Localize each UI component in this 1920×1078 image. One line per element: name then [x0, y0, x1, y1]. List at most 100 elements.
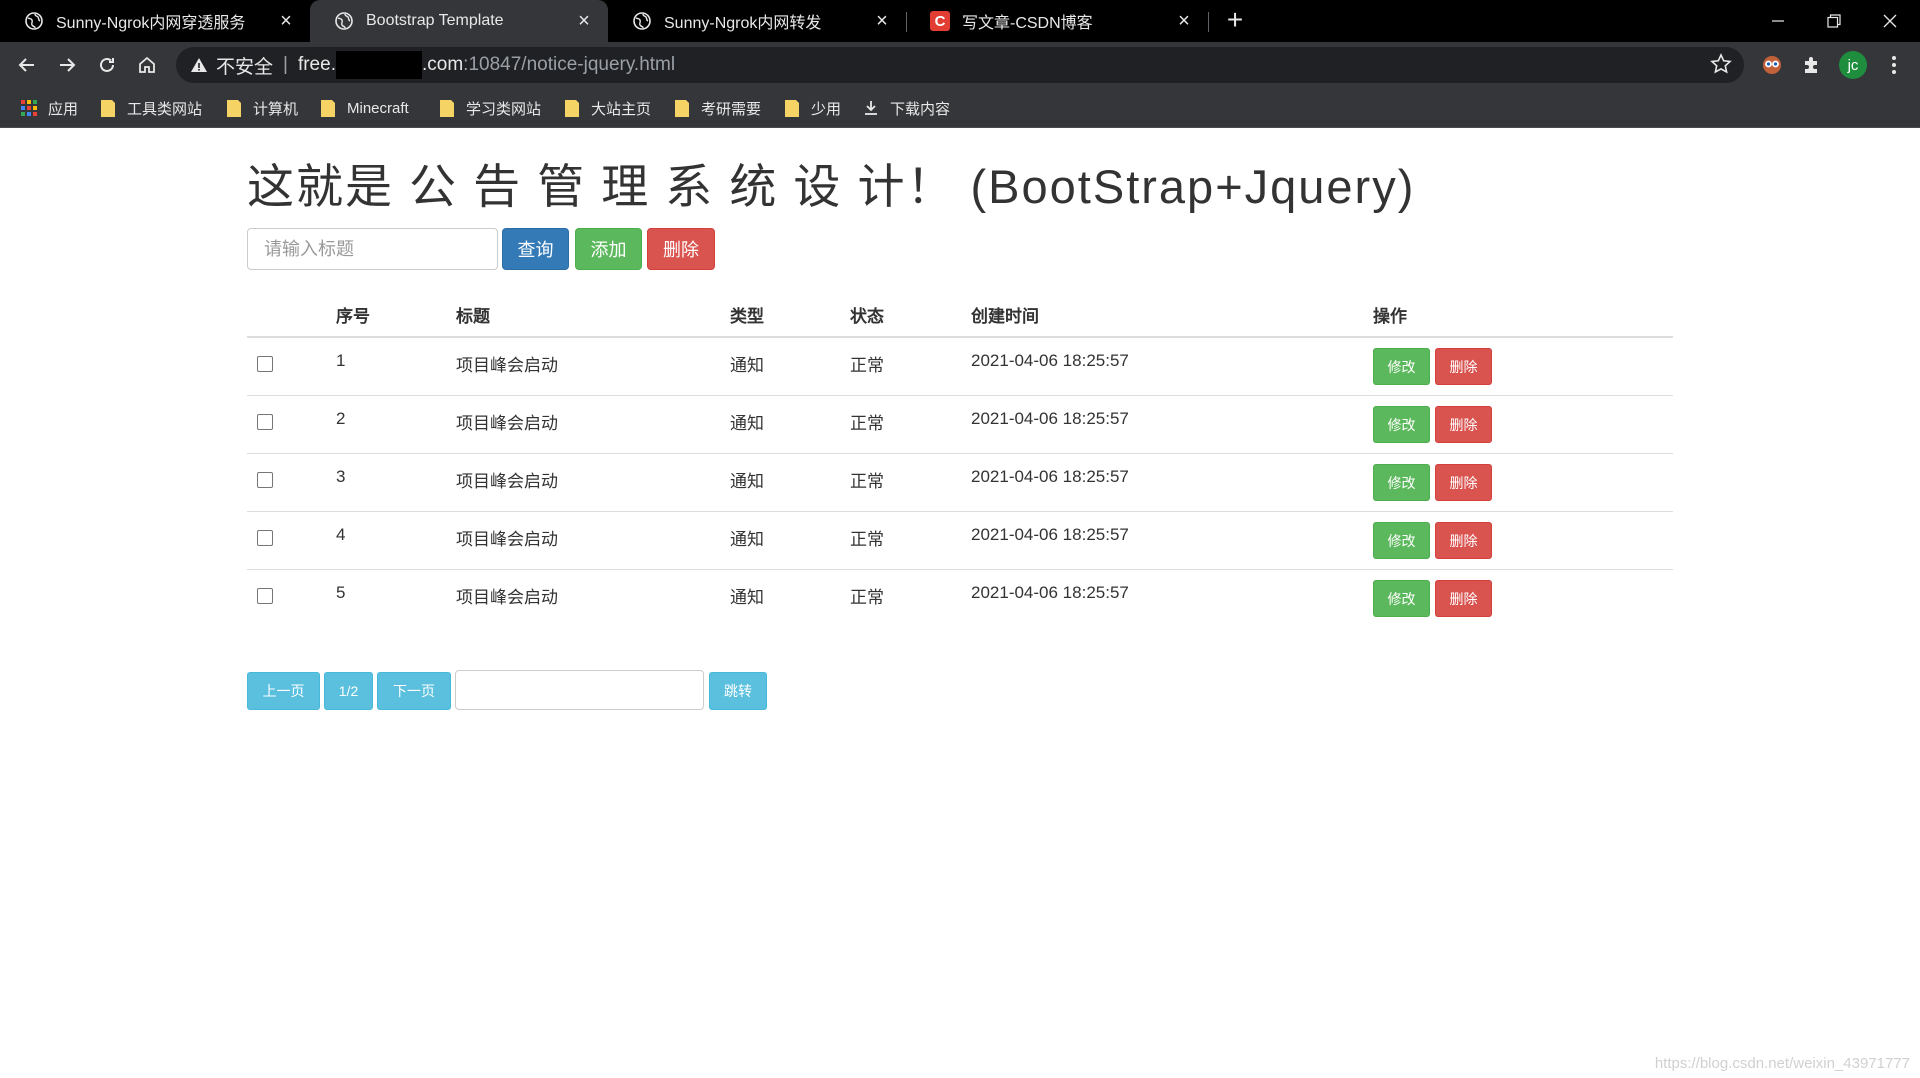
edit-button[interactable]: 修改: [1373, 348, 1430, 385]
cell-status: 正常: [850, 356, 884, 375]
edit-button[interactable]: 修改: [1373, 464, 1430, 501]
jump-page-input[interactable]: [455, 670, 704, 710]
next-page-button[interactable]: 下一页: [377, 672, 451, 710]
row-delete-button[interactable]: 删除: [1435, 580, 1492, 617]
address-bar[interactable]: 不安全 | free. .com :10847/notice-jquery.ht…: [176, 47, 1744, 83]
extensions-puzzle-icon[interactable]: [1798, 51, 1826, 79]
close-icon[interactable]: ×: [276, 10, 296, 32]
query-button[interactable]: 查询: [502, 228, 569, 270]
globe-icon: [24, 11, 44, 31]
row-checkbox[interactable]: [257, 356, 273, 372]
delete-button[interactable]: 删除: [647, 228, 715, 270]
search-input[interactable]: [247, 228, 498, 270]
row-delete-button[interactable]: 删除: [1435, 464, 1492, 501]
cell-id: 1: [336, 351, 346, 370]
edit-button[interactable]: 修改: [1373, 580, 1430, 617]
bookmark-star-icon[interactable]: [1710, 53, 1732, 81]
folder-icon: [673, 99, 691, 117]
bookmark-label: Minecraft: [347, 99, 409, 117]
header-created: 创建时间: [971, 307, 1039, 326]
row-checkbox[interactable]: [257, 588, 273, 604]
folder-icon: [225, 99, 243, 117]
arrow-right-icon: [60, 58, 76, 72]
edit-button[interactable]: 修改: [1373, 522, 1430, 559]
cell-type: 通知: [730, 588, 764, 607]
bookmark-folder-exam[interactable]: 考研需要: [673, 88, 761, 128]
tab-sunny-ngrok-forward[interactable]: Sunny-Ngrok内网转发 ×: [608, 0, 906, 42]
cell-type: 通知: [730, 472, 764, 491]
cell-id: 3: [336, 467, 346, 486]
bookmark-label: 考研需要: [701, 100, 762, 118]
close-icon[interactable]: ×: [1174, 10, 1194, 32]
arrow-left-icon: [18, 58, 34, 72]
restore-button[interactable]: [1806, 0, 1862, 42]
cell-type: 通知: [730, 414, 764, 433]
cell-id: 4: [336, 525, 346, 544]
cell-created: 2021-04-06 18:25:57: [971, 351, 1129, 370]
url-host-prefix: free.: [297, 54, 336, 75]
row-checkbox[interactable]: [257, 414, 273, 430]
page-title: 这就是 公 告 管 理 系 统 设 计！ (BootStrap+Jquery): [247, 160, 1416, 213]
bookmark-folder-homepages[interactable]: 大站主页: [563, 88, 651, 128]
bookmark-folder-rarely[interactable]: 少用: [783, 88, 841, 128]
folder-icon: [99, 99, 117, 117]
cell-type: 通知: [730, 356, 764, 375]
add-button[interactable]: 添加: [575, 228, 642, 270]
extension-owl-icon[interactable]: [1758, 51, 1786, 79]
cell-created: 2021-04-06 18:25:57: [971, 467, 1129, 486]
tab-csdn-write[interactable]: C 写文章-CSDN博客 ×: [906, 0, 1208, 42]
bookmark-label: 工具类网站: [127, 100, 203, 118]
back-button[interactable]: [10, 48, 44, 82]
download-icon: [862, 99, 880, 117]
home-button[interactable]: [130, 48, 164, 82]
browser-toolbar: 不安全 | free. .com :10847/notice-jquery.ht…: [0, 42, 1920, 88]
bookmark-folder-computer[interactable]: 计算机: [225, 88, 298, 128]
table-row: 1 项目峰会启动 通知 正常 2021-04-06 18:25:57 修改 删除: [247, 338, 1673, 396]
jump-button[interactable]: 跳转: [709, 672, 767, 710]
bookmarks-bar: 应用 工具类网站 计算机 Minecraft 学习类网站 大站主页 考研需要 少…: [0, 88, 1920, 128]
cell-status: 正常: [850, 414, 884, 433]
tab-strip: Sunny-Ngrok内网穿透服务 × Bootstrap Template ×…: [0, 0, 1920, 42]
header-title: 标题: [456, 307, 490, 326]
cell-created: 2021-04-06 18:25:57: [971, 525, 1129, 544]
close-icon[interactable]: ×: [574, 10, 594, 32]
bookmark-label: 少用: [811, 100, 842, 118]
row-checkbox[interactable]: [257, 530, 273, 546]
reload-button[interactable]: [90, 48, 124, 82]
tab-title: Bootstrap Template: [366, 12, 504, 29]
menu-kebab-icon[interactable]: [1880, 51, 1908, 79]
security-label: 不安全: [216, 56, 274, 78]
row-delete-button[interactable]: 删除: [1435, 406, 1492, 443]
bookmark-folder-minecraft[interactable]: Minecraft: [319, 88, 409, 128]
bookmark-folder-study[interactable]: 学习类网站: [438, 88, 541, 128]
bookmark-folder-tools[interactable]: 工具类网站: [99, 88, 202, 128]
minimize-button[interactable]: [1750, 0, 1806, 42]
page-indicator-button[interactable]: 1/2: [324, 672, 373, 710]
row-delete-button[interactable]: 删除: [1435, 348, 1492, 385]
new-tab-button[interactable]: +: [1220, 6, 1250, 36]
warning-icon[interactable]: [190, 57, 208, 73]
tab-bootstrap-template[interactable]: Bootstrap Template ×: [310, 0, 608, 42]
bookmark-apps[interactable]: 应用: [20, 88, 78, 128]
row-checkbox[interactable]: [257, 472, 273, 488]
page-content: 这就是 公 告 管 理 系 统 设 计！ (BootStrap+Jquery) …: [0, 128, 1920, 1078]
address-divider: |: [283, 54, 288, 75]
profile-avatar[interactable]: jc: [1839, 51, 1867, 79]
close-icon[interactable]: ×: [872, 10, 892, 32]
row-delete-button[interactable]: 删除: [1435, 522, 1492, 559]
profile-initials: jc: [1847, 56, 1859, 74]
bookmark-label: 应用: [48, 100, 79, 118]
prev-page-button[interactable]: 上一页: [247, 672, 320, 710]
table-row: 4 项目峰会启动 通知 正常 2021-04-06 18:25:57 修改 删除: [247, 512, 1673, 570]
apps-grid-icon: [20, 99, 38, 117]
edit-button[interactable]: 修改: [1373, 406, 1430, 443]
cell-id: 5: [336, 583, 346, 602]
tab-title: 写文章-CSDN博客: [962, 15, 1093, 32]
close-window-button[interactable]: [1862, 0, 1918, 42]
bookmark-label: 大站主页: [591, 100, 652, 118]
bookmark-downloads[interactable]: 下载内容: [862, 88, 950, 128]
minimize-icon: [1772, 20, 1784, 22]
tab-sunny-ngrok-service[interactable]: Sunny-Ngrok内网穿透服务 ×: [0, 0, 310, 42]
forward-button[interactable]: [50, 48, 84, 82]
reload-icon: [100, 57, 114, 72]
